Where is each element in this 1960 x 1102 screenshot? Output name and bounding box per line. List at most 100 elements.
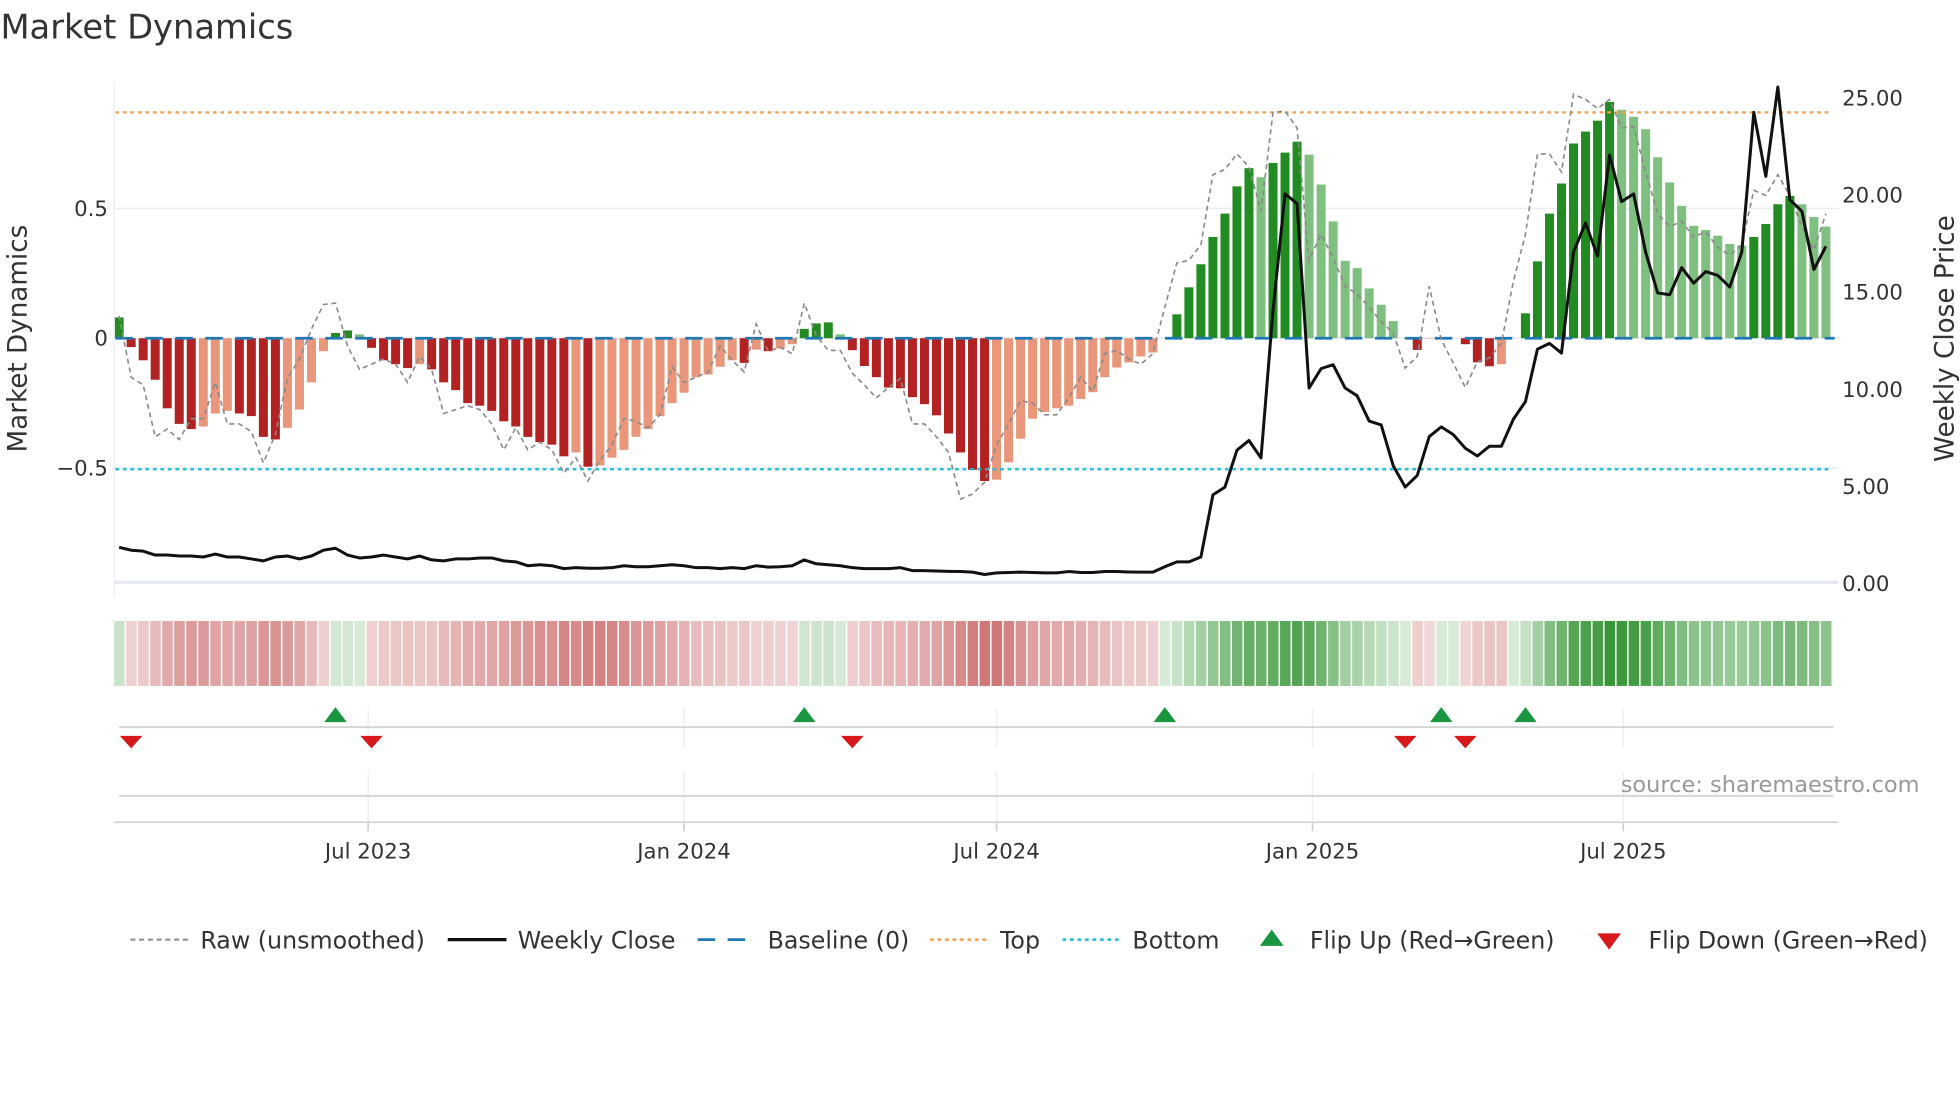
dynamics-bar	[883, 338, 893, 388]
dynamics-bar	[1232, 186, 1242, 339]
dynamics-bar	[282, 338, 292, 428]
flip-up-marker	[324, 707, 347, 723]
regime-heatmap-strip	[114, 620, 1832, 686]
dynamics-bar	[956, 338, 966, 453]
dynamics-bar	[691, 338, 701, 378]
dynamics-bar	[907, 338, 917, 398]
dynamics-bar	[583, 338, 593, 467]
dynamics-bar	[607, 338, 617, 458]
heatmap-cell	[150, 620, 161, 686]
dynamics-bar	[1520, 313, 1530, 339]
dynamics-bar	[1749, 236, 1759, 339]
heatmap-cell	[1448, 620, 1459, 686]
legend-item-weekly-close[interactable]: Weekly Close	[447, 926, 676, 954]
heatmap-cell	[991, 620, 1003, 686]
x-tick-label: Jan 2024	[635, 839, 731, 864]
heatmap-cell	[354, 620, 366, 686]
heatmap-cell	[1027, 620, 1039, 686]
heatmap-cell	[1340, 620, 1351, 686]
dynamics-bar	[919, 338, 929, 405]
heatmap-cell	[1496, 620, 1507, 686]
heatmap-cell	[318, 620, 329, 686]
dynamics-bar	[1100, 338, 1110, 378]
dynamics-bar	[1064, 338, 1074, 406]
heatmap-cell	[1364, 620, 1375, 686]
dynamics-bar	[1076, 338, 1086, 399]
heatmap-cell	[895, 620, 906, 686]
y2-tick-label: 20.00	[1842, 184, 1903, 209]
heatmap-cell	[1688, 620, 1700, 686]
legend-item-bottom[interactable]: Bottom	[1062, 926, 1219, 954]
heatmap-cell	[114, 620, 125, 686]
heatmap-cell	[1135, 620, 1147, 686]
legend-item-top[interactable]: Top	[930, 926, 1040, 954]
heatmap-cell	[1544, 620, 1555, 686]
legend-item-flip-down[interactable]: Flip Down (Green→Red)	[1597, 926, 1928, 954]
dynamics-bar	[1424, 338, 1434, 339]
right-axis-title: Weekly Close Price	[1930, 215, 1960, 462]
heatmap-cell	[703, 620, 714, 686]
legend-label: Weekly Close	[518, 926, 676, 954]
dynamics-bar	[1785, 195, 1795, 339]
heatmap-cell	[270, 620, 281, 686]
heatmap-cell	[282, 620, 293, 686]
heatmap-cell	[234, 620, 245, 686]
heatmap-cell	[1556, 620, 1568, 686]
dynamics-bar	[980, 338, 990, 481]
heatmap-cell	[1700, 620, 1712, 686]
dynamics-bar	[751, 338, 761, 350]
heatmap-cell	[138, 620, 149, 686]
heatmap-cell	[174, 620, 185, 686]
dynamics-bar	[174, 338, 184, 424]
dynamics-bar	[619, 338, 629, 450]
dynamics-bar	[1004, 338, 1014, 463]
dynamics-bar	[1184, 287, 1194, 339]
dynamics-bar	[1544, 213, 1554, 339]
y2-tick-label: 5.00	[1842, 475, 1889, 500]
dynamics-bar	[679, 338, 689, 393]
legend: Raw (unsmoothed) Weekly Close Baseline (…	[130, 926, 1928, 954]
legend-label: Raw (unsmoothed)	[200, 926, 424, 954]
heatmap-cell	[186, 620, 197, 686]
legend-item-flip-up[interactable]: Flip Up (Red→Green)	[1259, 926, 1555, 954]
market-dynamics-chart: Market Dynamics 0.5 0 −0.5 25.00 20.00 15.00 1…	[0, 8, 1960, 955]
heatmap-cell	[931, 620, 942, 686]
heatmap-cell	[1640, 620, 1652, 686]
legend-item-raw[interactable]: Raw (unsmoothed)	[130, 926, 425, 954]
flip-down-marker	[841, 735, 864, 749]
heatmap-cell	[823, 620, 834, 686]
dynamics-bar	[535, 338, 545, 443]
heatmap-cell	[594, 620, 606, 686]
heatmap-cell	[522, 620, 534, 686]
heatmap-cell	[1243, 620, 1255, 686]
heatmap-cell	[1628, 620, 1640, 686]
dynamics-bar	[1496, 338, 1506, 365]
dynamics-bar	[1040, 338, 1050, 412]
heatmap-cell	[498, 620, 510, 686]
heatmap-cell	[246, 620, 257, 686]
heatmap-cell	[763, 620, 774, 686]
dynamics-bar	[1088, 338, 1098, 393]
heatmap-cell	[294, 620, 305, 686]
dynamics-bar	[1617, 109, 1627, 339]
legend-item-baseline[interactable]: Baseline (0)	[697, 926, 910, 954]
heatmap-cell	[1231, 620, 1243, 686]
dynamics-bar	[210, 338, 220, 414]
heatmap-cell	[1736, 620, 1748, 686]
heatmap-cell	[967, 620, 979, 686]
heatmap-cell	[1147, 620, 1159, 686]
heatmap-cell	[1760, 620, 1772, 686]
x-tick-label: Jul 2024	[951, 839, 1039, 864]
heatmap-cell	[655, 620, 666, 686]
x-tick-label: Jan 2025	[1264, 839, 1360, 864]
legend-label: Flip Up (Red→Green)	[1310, 926, 1555, 954]
dynamics-bar	[992, 338, 1002, 480]
heatmap-cell	[1075, 620, 1087, 686]
dynamics-bar	[318, 338, 328, 352]
heatmap-cell	[811, 620, 822, 686]
dynamics-bar	[198, 338, 208, 427]
heatmap-cell	[546, 620, 558, 686]
heatmap-cell	[679, 620, 690, 686]
dynamics-bar	[1472, 338, 1482, 363]
flip-up-marker	[1430, 707, 1453, 723]
